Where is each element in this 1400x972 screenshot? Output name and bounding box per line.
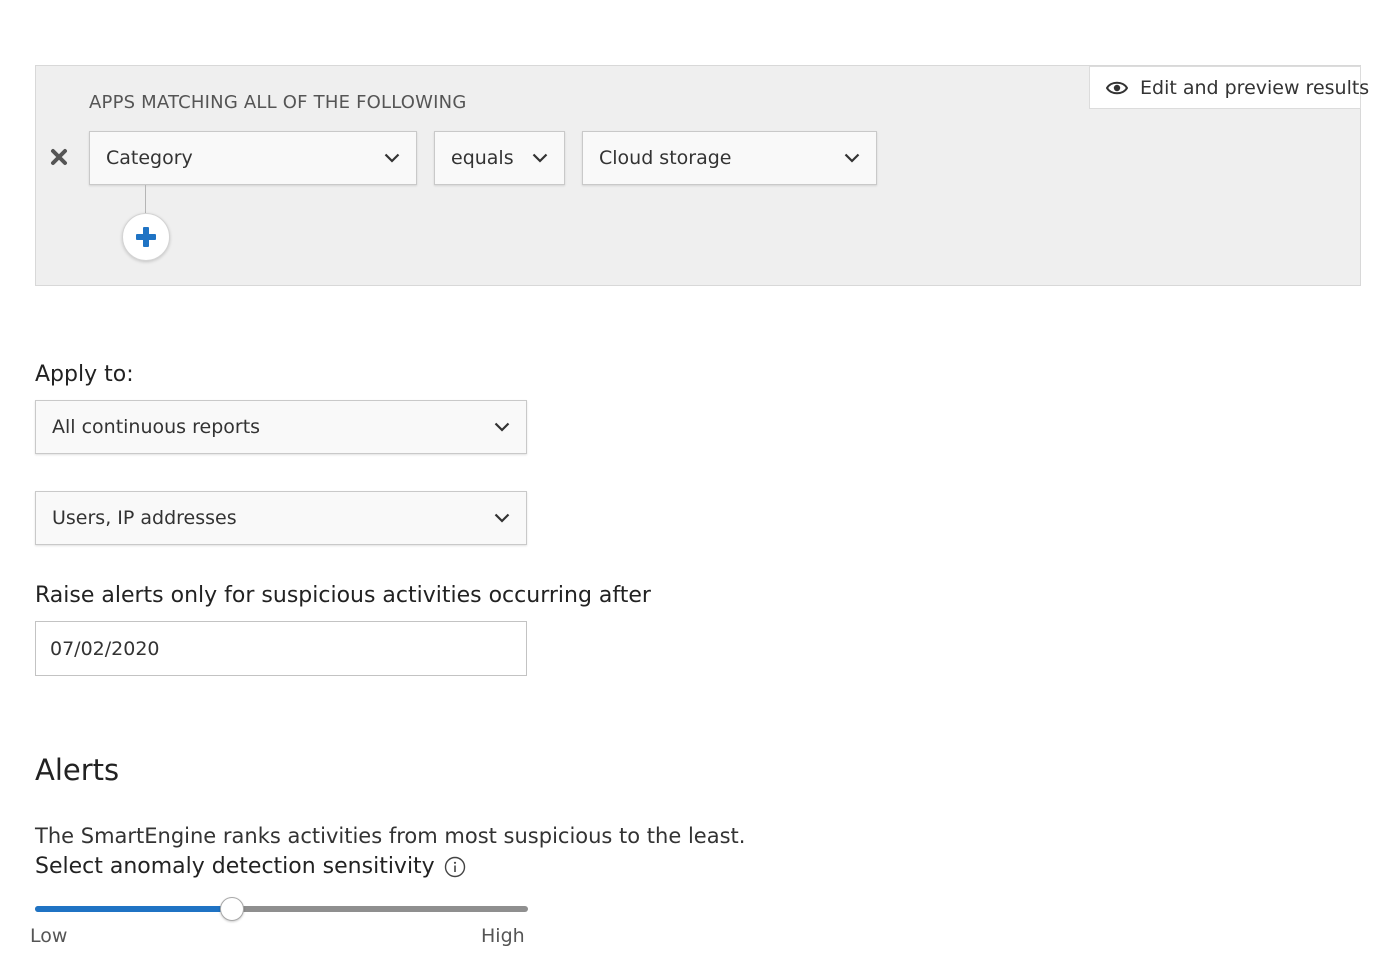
alert-after-label: Raise alerts only for suspicious activit… (35, 583, 651, 608)
entities-select[interactable]: Users, IP addresses (35, 491, 527, 545)
add-condition-button[interactable] (122, 213, 170, 261)
slider-low-label: Low (30, 925, 68, 947)
slider-thumb[interactable] (220, 897, 245, 921)
alerts-section-title: Alerts (35, 753, 120, 787)
eye-icon (1106, 81, 1128, 95)
chevron-down-icon (844, 153, 860, 163)
alerts-description: The SmartEngine ranks activities from mo… (35, 824, 746, 848)
chevron-down-icon (384, 153, 400, 163)
reports-select-value: All continuous reports (52, 416, 261, 438)
condition-operator-value: equals (451, 147, 514, 169)
slider-fill (35, 906, 233, 912)
condition-operator-select[interactable]: equals (434, 131, 565, 185)
entities-select-value: Users, IP addresses (52, 507, 237, 529)
edit-preview-label: Edit and preview results (1140, 76, 1370, 99)
sensitivity-label: Select anomaly detection sensitivity (35, 854, 435, 879)
chevron-down-icon (532, 153, 548, 163)
condition-value-select[interactable]: Cloud storage (582, 131, 877, 185)
slider-high-label: High (481, 925, 525, 947)
edit-preview-button[interactable]: Edit and preview results (1089, 66, 1369, 109)
reports-select[interactable]: All continuous reports (35, 400, 527, 454)
plus-icon (136, 227, 156, 247)
chevron-down-icon (494, 513, 510, 523)
condition-value-text: Cloud storage (599, 147, 732, 169)
apply-to-label: Apply to: (35, 362, 134, 387)
filter-heading: APPS MATCHING ALL OF THE FOLLOWING (89, 92, 467, 113)
condition-connector-line (145, 185, 146, 213)
condition-field-value: Category (106, 147, 193, 169)
sensitivity-heading: Select anomaly detection sensitivity (35, 854, 466, 879)
chevron-down-icon (494, 422, 510, 432)
close-icon[interactable] (48, 146, 70, 168)
condition-field-select[interactable]: Category (89, 131, 417, 185)
sensitivity-slider[interactable] (35, 897, 528, 921)
info-icon[interactable] (444, 856, 466, 878)
alert-after-date-input[interactable] (35, 621, 527, 676)
